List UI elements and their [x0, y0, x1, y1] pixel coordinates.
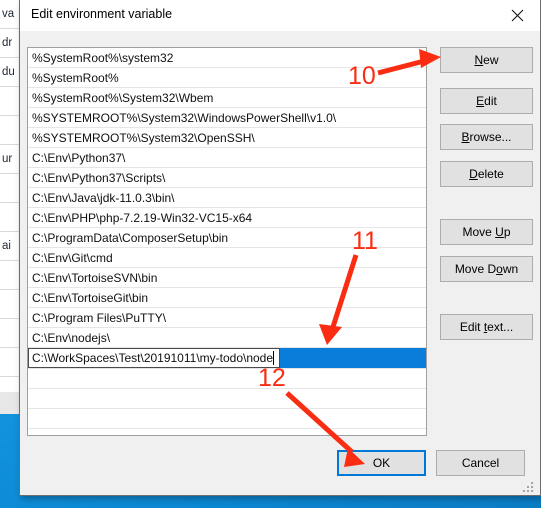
text-caret — [273, 351, 275, 365]
move-up-button-label: Move Up — [462, 225, 511, 239]
browse-button[interactable]: Browse... — [440, 124, 533, 150]
new-button[interactable]: New — [440, 47, 533, 73]
edit-environment-variable-dialog: Edit environment variable %SystemRoot%\s… — [19, 0, 541, 496]
new-button-label: New — [474, 53, 499, 67]
dialog-titlebar: Edit environment variable — [20, 0, 540, 31]
list-item[interactable]: %SYSTEMROOT%\System32\OpenSSH\ — [28, 128, 426, 148]
list-item[interactable]: C:\Env\Python37\Scripts\ — [28, 168, 426, 188]
list-item[interactable]: C:\Env\nodejs\ — [28, 328, 426, 348]
path-entries-list[interactable]: %SystemRoot%\system32 %SystemRoot% %Syst… — [27, 47, 427, 436]
list-item[interactable]: %SystemRoot%\system32 — [28, 48, 426, 68]
cancel-button[interactable]: Cancel — [436, 450, 525, 476]
dialog-title: Edit environment variable — [31, 7, 173, 21]
list-item[interactable]: C:\Env\Git\cmd — [28, 248, 426, 268]
ok-button[interactable]: OK — [337, 450, 426, 476]
list-item[interactable]: C:\Env\TortoiseSVN\bin — [28, 268, 426, 288]
list-item[interactable]: %SYSTEMROOT%\System32\WindowsPowerShell\… — [28, 108, 426, 128]
resize-grip[interactable] — [523, 479, 536, 492]
list-item[interactable]: C:\ProgramData\ComposerSetup\bin — [28, 228, 426, 248]
list-item-empty[interactable] — [28, 429, 426, 435]
list-item-empty[interactable] — [28, 409, 426, 429]
move-down-button-label: Move Down — [454, 262, 519, 276]
delete-button[interactable]: Delete — [440, 161, 533, 187]
edit-button-label: Edit — [476, 94, 497, 108]
editing-list-row[interactable]: C:\WorkSpaces\Test\20191011\my-todo\node — [28, 348, 426, 369]
list-item-empty[interactable] — [28, 389, 426, 409]
edit-text-button[interactable]: Edit text... — [440, 314, 533, 340]
edit-text-button-label: Edit text... — [459, 320, 514, 334]
cancel-button-label: Cancel — [461, 456, 500, 470]
ok-button-label: OK — [372, 456, 391, 470]
move-up-button[interactable]: Move Up — [440, 219, 533, 245]
close-icon[interactable] — [495, 0, 540, 30]
list-item[interactable]: %SystemRoot% — [28, 68, 426, 88]
list-item[interactable]: %SystemRoot%\System32\Wbem — [28, 88, 426, 108]
move-down-button[interactable]: Move Down — [440, 256, 533, 282]
list-item[interactable]: C:\Env\TortoiseGit\bin — [28, 288, 426, 308]
list-item[interactable]: C:\Program Files\PuTTY\ — [28, 308, 426, 328]
browse-button-label: Browse... — [461, 130, 512, 144]
edit-button[interactable]: Edit — [440, 88, 533, 114]
path-edit-input[interactable]: C:\WorkSpaces\Test\20191011\my-todo\node — [28, 348, 280, 368]
list-item[interactable]: C:\Env\Java\jdk-11.0.3\bin\ — [28, 188, 426, 208]
list-item[interactable]: C:\Env\PHP\php-7.2.19-Win32-VC15-x64 — [28, 208, 426, 228]
list-item[interactable]: C:\Env\Python37\ — [28, 148, 426, 168]
list-item-empty[interactable] — [28, 369, 426, 389]
delete-button-label: Delete — [469, 167, 504, 181]
path-edit-value: C:\WorkSpaces\Test\20191011\my-todo\node — [32, 351, 274, 365]
